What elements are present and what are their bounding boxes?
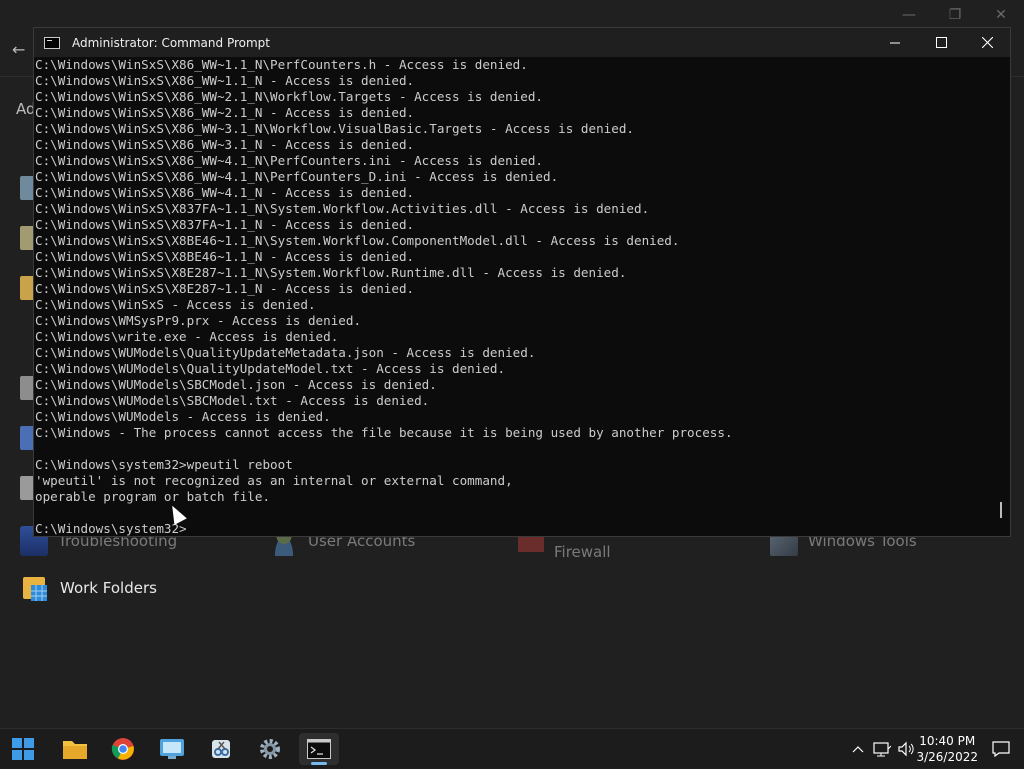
back-arrow-icon[interactable]: ← xyxy=(12,40,25,59)
minimize-icon xyxy=(889,42,900,44)
console-line: C:\Windows\WMSysPr9.prx - Access is deni… xyxy=(35,313,362,328)
folder-icon xyxy=(63,741,87,759)
console-line: C:\Windows\WUModels\QualityUpdateModel.t… xyxy=(35,361,506,376)
taskbar-chrome[interactable] xyxy=(103,733,143,765)
console-line: C:\Windows\WinSxS\X837FA~1.1_N - Access … xyxy=(35,217,415,232)
show-hidden-icons-button[interactable] xyxy=(848,729,868,769)
console-line: C:\Windows\WinSxS\X86_WW~2.1_N - Access … xyxy=(35,105,415,120)
console-line: C:\Windows\WinSxS\X86_WW~3.1_N\Workflow.… xyxy=(35,121,634,136)
minimize-button[interactable] xyxy=(872,28,918,57)
console-line: C:\Windows - The process cannot access t… xyxy=(35,425,733,440)
snipping-tool-icon xyxy=(212,740,230,758)
console-line: C:\Windows\WUModels\SBCModel.json - Acce… xyxy=(35,377,437,392)
terminal-icon xyxy=(307,739,331,759)
taskbar-command-prompt[interactable] xyxy=(299,733,339,765)
console-line: C:\Windows\WUModels\SBCModel.txt - Acces… xyxy=(35,393,430,408)
console-line: 'wpeutil' is not recognized as an intern… xyxy=(35,473,513,488)
close-icon xyxy=(981,37,993,48)
taskbar-snipping-tool[interactable] xyxy=(201,733,241,765)
console-line: C:\Windows\WinSxS\X86_WW~4.1_N - Access … xyxy=(35,185,415,200)
scrollbar-thumb[interactable] xyxy=(1000,502,1002,518)
network-icon[interactable] xyxy=(872,729,892,769)
console-line: C:\Windows\system32>wpeutil reboot xyxy=(35,457,293,472)
bg-window-controls: — ❐ ✕ xyxy=(886,4,1024,26)
console-line: C:\Windows\WUModels - Access is denied. xyxy=(35,409,331,424)
console-line: C:\Windows\WinSxS\X8E287~1.1_N - Access … xyxy=(35,281,415,296)
console-line: C:\Windows\WinSxS\X837FA~1.1_N\System.Wo… xyxy=(35,201,650,216)
chrome-icon xyxy=(111,738,134,760)
console-line: C:\Windows\WinSxS\X86_WW~1.1_N\PerfCount… xyxy=(35,57,528,72)
console-line: C:\Windows\WinSxS\X86_WW~2.1_N\Workflow.… xyxy=(35,89,543,104)
console-line: C:\Windows\WinSxS\X8E287~1.1_N\System.Wo… xyxy=(35,265,627,280)
clock-date: 3/26/2022 xyxy=(916,750,978,764)
taskbar-settings[interactable] xyxy=(250,733,290,765)
console-line: C:\Windows\WUModels\QualityUpdateMetadat… xyxy=(35,345,536,360)
notification-icon xyxy=(992,741,1010,757)
command-prompt-window[interactable]: Administrator: Command Prompt C:\Windows… xyxy=(33,27,1011,537)
command-prompt-icon xyxy=(44,36,60,49)
gear-icon xyxy=(260,739,280,759)
bg-minimize-button[interactable]: — xyxy=(886,4,932,26)
console-line: C:\Windows\WinSxS\X8BE46~1.1_N - Access … xyxy=(35,249,415,264)
bg-restore-button[interactable]: ❐ xyxy=(932,4,978,26)
close-button[interactable] xyxy=(964,28,1010,57)
cp-item-work-folders[interactable]: Work Folders xyxy=(22,573,157,603)
clock[interactable]: 10:40 PM 3/26/2022 xyxy=(916,733,978,765)
window-title: Administrator: Command Prompt xyxy=(72,35,270,50)
console-line: C:\Windows\WinSxS\X86_WW~3.1_N - Access … xyxy=(35,137,415,152)
chevron-up-icon xyxy=(852,746,864,753)
notifications-button[interactable] xyxy=(990,729,1012,769)
control-panel-icon xyxy=(160,739,184,759)
console-line: C:\Windows\WinSxS\X86_WW~4.1_N\PerfCount… xyxy=(35,153,543,168)
console-line: C:\Windows\WinSxS\X8BE46~1.1_N\System.Wo… xyxy=(35,233,680,248)
console-line: C:\Windows\WinSxS - Access is denied. xyxy=(35,297,316,312)
maximize-icon xyxy=(935,37,947,48)
windows-logo-icon xyxy=(12,738,34,760)
work-folders-icon xyxy=(22,573,50,603)
taskbar: 10:40 PM 3/26/2022 xyxy=(0,728,1024,768)
bg-close-button[interactable]: ✕ xyxy=(978,4,1024,26)
console-line: C:\Windows\WinSxS\X86_WW~4.1_N\PerfCount… xyxy=(35,169,559,184)
cp-item-firewall[interactable]: Firewall xyxy=(518,532,611,561)
taskbar-file-explorer[interactable] xyxy=(55,733,95,765)
console-line: C:\Windows\system32> xyxy=(35,521,187,536)
console-line: C:\Windows\write.exe - Access is denied. xyxy=(35,329,339,344)
clock-time: 10:40 PM xyxy=(919,734,976,748)
console-line: C:\Windows\WinSxS\X86_WW~1.1_N - Access … xyxy=(35,73,415,88)
console-output[interactable]: C:\Windows\WinSxS\X86_WW~1.1_N\PerfCount… xyxy=(34,57,992,536)
maximize-button[interactable] xyxy=(918,28,964,57)
console-scrollbar[interactable] xyxy=(992,57,1010,536)
start-button[interactable] xyxy=(3,733,43,765)
window-controls xyxy=(872,28,1010,57)
cmd-titlebar[interactable]: Administrator: Command Prompt xyxy=(34,28,1010,57)
taskbar-control-panel[interactable] xyxy=(152,733,192,765)
volume-icon[interactable] xyxy=(896,729,918,769)
